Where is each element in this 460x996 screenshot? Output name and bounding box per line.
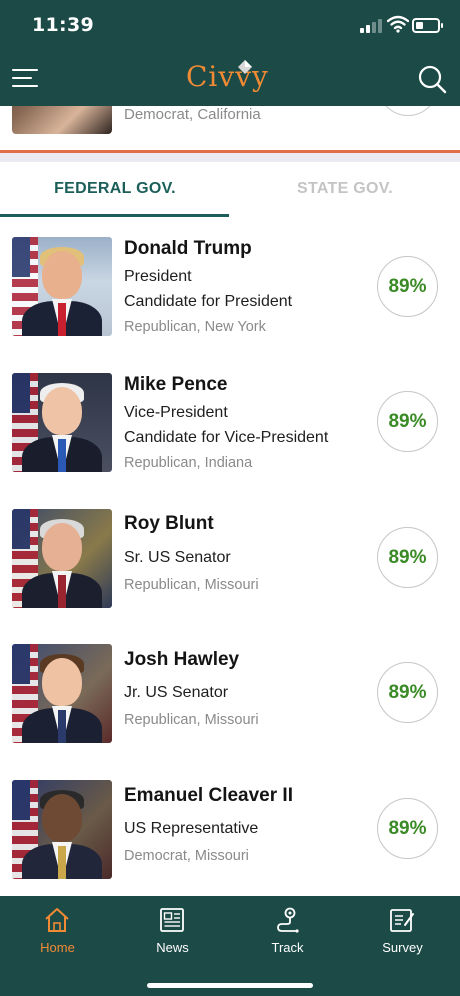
- previous-official-card[interactable]: Democrat, California: [0, 106, 460, 150]
- nav-label: Track: [271, 940, 304, 955]
- home-icon: [45, 908, 69, 932]
- official-row[interactable]: Roy Blunt Sr. US Senator Republican, Mis…: [0, 492, 460, 627]
- nav-label: Home: [40, 940, 75, 955]
- nav-track[interactable]: Track: [230, 906, 345, 966]
- wifi-icon: [387, 15, 409, 33]
- official-party: Republican, Missouri: [124, 577, 259, 593]
- official-role: President: [124, 268, 192, 285]
- tab-federal-gov[interactable]: FEDERAL GOV.: [0, 162, 230, 220]
- official-role: Vice-President: [124, 404, 228, 421]
- status-time: 11:39: [32, 14, 94, 36]
- official-candidacy: Candidate for President: [124, 293, 293, 310]
- tab-state-gov[interactable]: STATE GOV.: [230, 162, 460, 220]
- approval-score: 89%: [377, 798, 438, 859]
- active-tab-indicator: [0, 214, 229, 217]
- official-photo: [12, 509, 112, 608]
- news-icon: [160, 908, 184, 932]
- official-party: Republican, Missouri: [124, 712, 259, 728]
- nav-label: Survey: [382, 940, 423, 955]
- official-photo: [12, 780, 112, 879]
- official-name: Josh Hawley: [124, 649, 240, 670]
- battery-icon: [412, 18, 443, 33]
- search-icon[interactable]: [417, 64, 447, 94]
- official-row[interactable]: Emanuel Cleaver II US Representative Dem…: [0, 764, 460, 899]
- logo-text: Civvy: [186, 60, 269, 93]
- official-name: Donald Trump: [124, 238, 252, 259]
- official-name: Mike Pence: [124, 374, 228, 395]
- official-party: Democrat, California: [124, 106, 261, 123]
- official-photo: [12, 237, 112, 336]
- nav-home[interactable]: Home: [0, 906, 115, 966]
- official-row[interactable]: Mike Pence Vice-President Candidate for …: [0, 356, 460, 491]
- nav-news[interactable]: News: [115, 906, 230, 966]
- section-gap: [0, 153, 460, 162]
- official-candidacy: Candidate for Vice-President: [124, 429, 329, 446]
- approval-score: 89%: [377, 256, 438, 317]
- official-row[interactable]: Josh Hawley Jr. US Senator Republican, M…: [0, 628, 460, 763]
- track-icon: [277, 907, 299, 933]
- score-circle: [378, 106, 438, 116]
- nav-survey[interactable]: Survey: [345, 906, 460, 966]
- approval-score: 89%: [377, 662, 438, 723]
- official-row[interactable]: Donald Trump President Candidate for Pre…: [0, 220, 460, 355]
- nav-label: News: [156, 940, 189, 955]
- official-photo: [12, 644, 112, 743]
- approval-score: 89%: [377, 391, 438, 452]
- survey-icon: [390, 909, 414, 932]
- official-name: Roy Blunt: [124, 513, 214, 534]
- bottom-navigation: Home News Track Survey: [0, 896, 460, 996]
- official-role: Jr. US Senator: [124, 684, 229, 701]
- official-name: Emanuel Cleaver II: [124, 785, 293, 806]
- official-role: US Representative: [124, 820, 259, 837]
- official-party: Republican, New York: [124, 319, 266, 335]
- menu-icon[interactable]: [12, 66, 40, 90]
- home-indicator: [147, 983, 313, 988]
- signal-icon: [360, 18, 382, 33]
- official-photo: [12, 106, 112, 134]
- diamond-icon: [238, 60, 252, 74]
- official-party: Democrat, Missouri: [124, 848, 249, 864]
- app-header: Civvy: [0, 52, 460, 106]
- official-role: Sr. US Senator: [124, 549, 231, 566]
- official-photo: [12, 373, 112, 472]
- government-tabs: FEDERAL GOV. STATE GOV.: [0, 162, 460, 220]
- app-logo: Civvy: [186, 58, 276, 100]
- status-bar: 11:39: [0, 0, 460, 52]
- official-party: Republican, Indiana: [124, 455, 253, 471]
- approval-score: 89%: [377, 527, 438, 588]
